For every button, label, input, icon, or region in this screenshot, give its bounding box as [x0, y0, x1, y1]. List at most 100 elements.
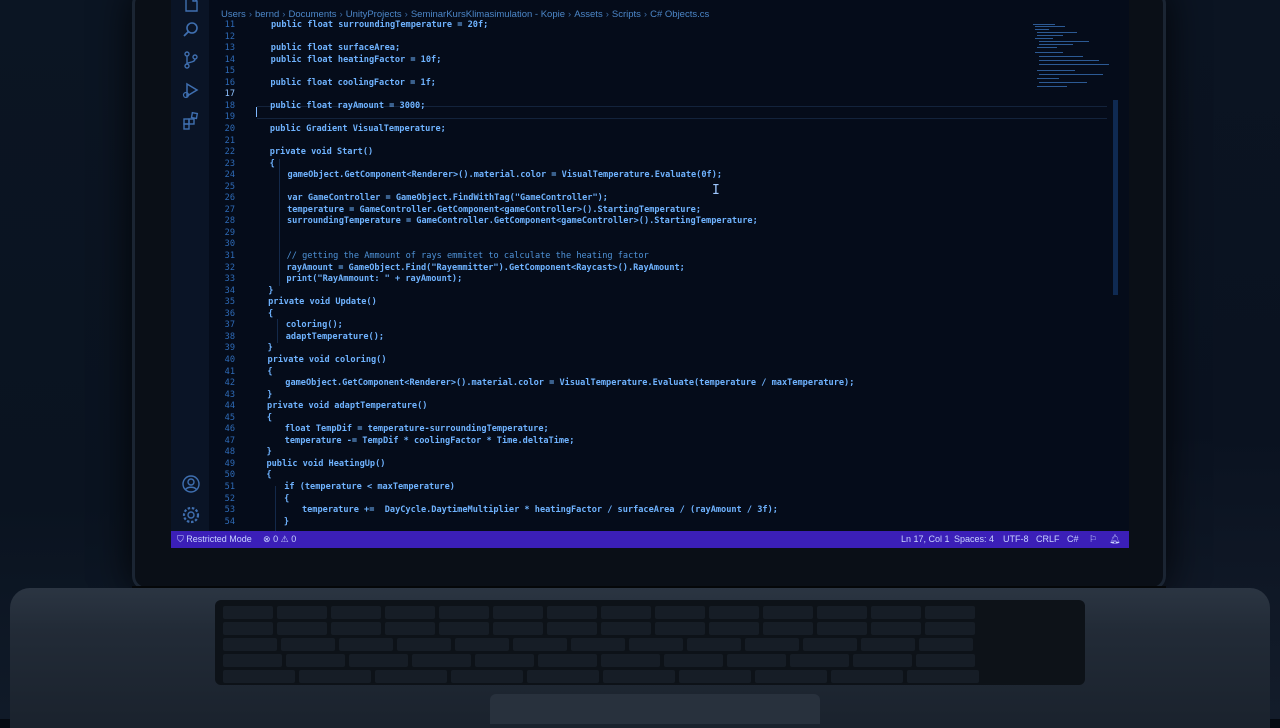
key: [709, 606, 759, 619]
laptop-screen: Users › bernd › Documents › UnityProjects › Semi…: [171, 0, 1129, 548]
code-text[interactable]: public float surroundingTemperature = 20…: [266, 19, 1111, 531]
key: [831, 670, 903, 683]
code-line: }: [268, 285, 274, 296]
code-line: public float heatingFactor = 10f;: [270, 54, 442, 65]
activity-bar: [171, 0, 209, 531]
line-number: 26: [224, 193, 235, 204]
key: [763, 622, 813, 635]
key: [547, 606, 597, 619]
key: [601, 606, 651, 619]
warning-icon: ⚠: [280, 534, 289, 544]
code-line: {: [284, 493, 290, 504]
line-number: 54: [224, 516, 235, 527]
code-line: {: [267, 366, 273, 377]
code-line: }: [267, 343, 273, 354]
code-line: rayAmount = GameObject.Find("Rayemmitter…: [286, 262, 685, 273]
line-number: 46: [224, 424, 235, 435]
shield-icon: ⛉: [177, 534, 184, 544]
line-number: 47: [224, 435, 235, 446]
key: [375, 670, 447, 683]
key: [455, 638, 509, 651]
search-icon[interactable]: [181, 20, 201, 40]
key: [679, 670, 751, 683]
code-line: private void coloring(): [267, 354, 387, 365]
minimap[interactable]: [1033, 22, 1111, 92]
run-debug-icon[interactable]: [181, 80, 201, 100]
indentation[interactable]: Spaces: 4: [954, 534, 994, 544]
line-number: 29: [224, 227, 235, 238]
code-line: private void Start(): [269, 147, 374, 158]
keyboard: [215, 600, 1085, 685]
files-icon[interactable]: [181, 0, 201, 14]
account-icon[interactable]: [181, 474, 201, 494]
code-line: {: [266, 470, 272, 481]
line-number: 40: [224, 354, 235, 365]
line-number: 34: [224, 285, 235, 296]
line-number: 19: [224, 112, 235, 123]
cursor-position[interactable]: Ln 17, Col 1: [901, 534, 950, 544]
code-line: gameObject.GetComponent<Renderer>().mate…: [285, 378, 855, 389]
key: [339, 638, 393, 651]
key: [493, 622, 543, 635]
key: [397, 638, 451, 651]
extensions-icon[interactable]: [181, 111, 201, 131]
editor-scrollbar[interactable]: [1113, 100, 1118, 295]
line-number: 49: [224, 458, 235, 469]
key: [527, 670, 599, 683]
line-number: 41: [224, 366, 235, 377]
notifications-icon[interactable]: 🔔︎: [1109, 534, 1120, 545]
problems-indicator[interactable]: ⊗ 0 ⚠ 0: [263, 534, 296, 545]
source-control-icon[interactable]: [181, 50, 201, 70]
restricted-mode-label: Restricted Mode: [186, 534, 252, 544]
restricted-mode[interactable]: ⛉ Restricted Mode: [177, 534, 252, 545]
code-editor[interactable]: 11 12 13 14 15 16 17 18 19 20 21 22 23 24 25 26 27 28 29 30…: [209, 19, 1107, 531]
code-line: {: [266, 412, 273, 423]
line-number: 38: [224, 331, 235, 342]
encoding[interactable]: UTF-8: [1003, 534, 1029, 544]
feedback-icon[interactable]: ⚐: [1089, 534, 1097, 545]
line-number: 31: [224, 251, 235, 261]
code-line: adaptTemperature();: [285, 331, 385, 342]
line-number: 17: [224, 89, 235, 100]
keyboard-row: [223, 606, 975, 619]
line-number: 44: [224, 401, 235, 412]
code-line: gameObject.GetComponent<Renderer>().mate…: [287, 170, 723, 181]
key: [601, 622, 651, 635]
key: [709, 622, 759, 635]
key: [547, 622, 597, 635]
line-number-gutter: 11 12 13 14 15 16 17 18 19 20 21 22 23 24 25 26 27 28 29 30…: [209, 19, 259, 531]
keyboard-row: [223, 622, 975, 635]
code-line: public float coolingFactor = 1f;: [270, 77, 436, 88]
key: [349, 654, 408, 667]
key: [538, 654, 597, 667]
line-number: 12: [224, 31, 235, 42]
key: [817, 622, 867, 635]
key: [655, 606, 705, 619]
language-mode[interactable]: C#: [1067, 534, 1079, 544]
key: [601, 654, 660, 667]
code-line: temperature += DayCycle.DaytimeMultiplie…: [301, 505, 778, 516]
line-number: 24: [224, 170, 235, 181]
key: [655, 622, 705, 635]
line-number: 14: [224, 54, 235, 65]
key: [277, 622, 327, 635]
key: [331, 622, 381, 635]
key: [439, 606, 489, 619]
key: [861, 638, 915, 651]
settings-gear-icon[interactable]: [181, 505, 201, 525]
code-line: // getting the Ammount of rays emmitet t…: [286, 251, 649, 261]
line-number: 48: [224, 447, 235, 458]
line-ending[interactable]: CRLF: [1036, 534, 1060, 544]
key: [385, 606, 435, 619]
code-line: public float rayAmount = 3000;: [270, 100, 426, 111]
key: [475, 654, 534, 667]
key: [745, 638, 799, 651]
key: [571, 638, 625, 651]
code-line: public float surfaceArea;: [270, 43, 401, 54]
key: [817, 606, 867, 619]
key: [223, 606, 273, 619]
key: [331, 606, 381, 619]
key: [281, 638, 335, 651]
code-line: }: [267, 389, 273, 400]
code-line: coloring();: [285, 320, 343, 331]
